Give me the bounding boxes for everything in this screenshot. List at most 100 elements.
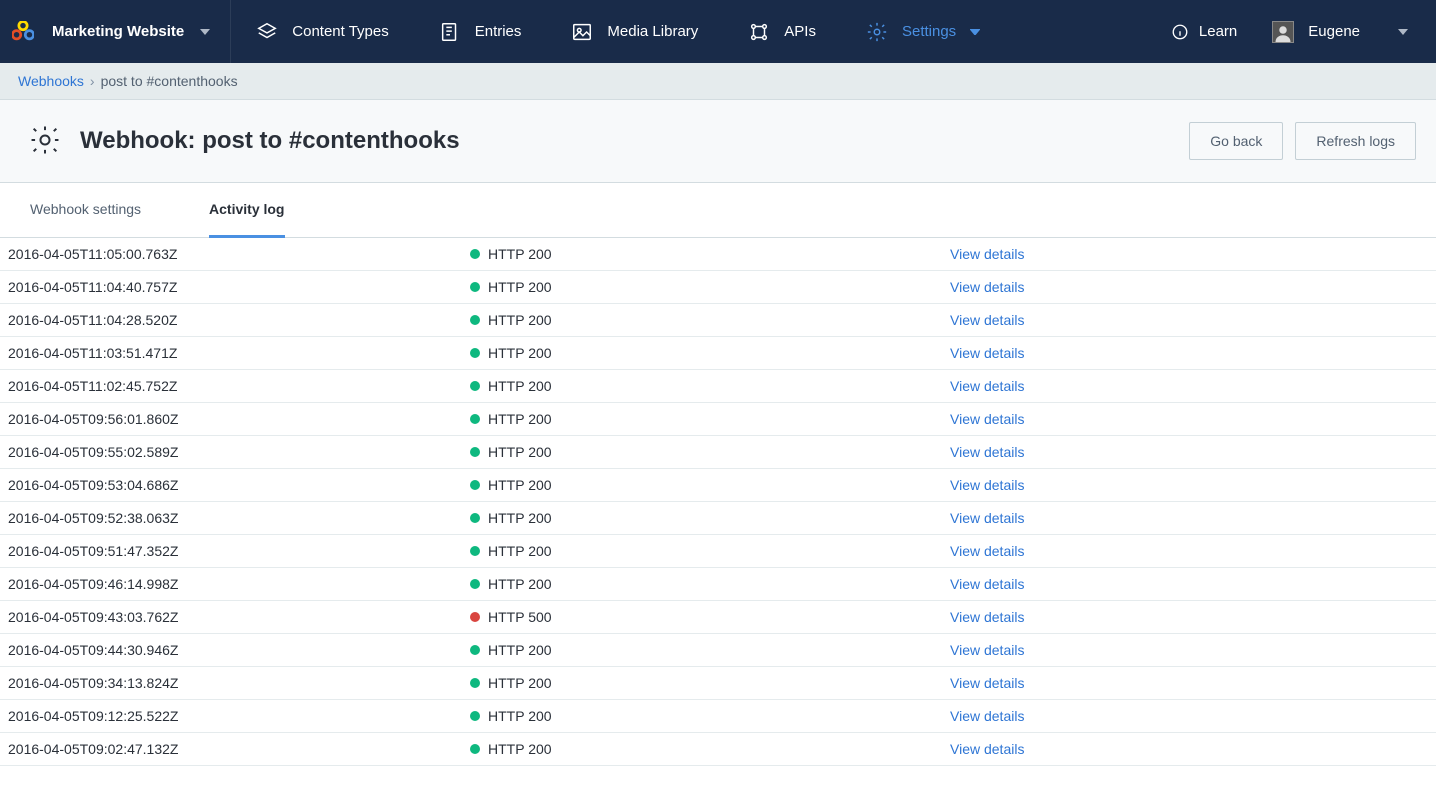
nav-media-library[interactable]: Media Library bbox=[546, 0, 723, 63]
view-details-link[interactable]: View details bbox=[950, 312, 1024, 328]
breadcrumb-separator: › bbox=[90, 73, 95, 89]
log-status-text: HTTP 200 bbox=[488, 246, 552, 262]
nav-content-types[interactable]: Content Types bbox=[231, 0, 413, 63]
log-row: 2016-04-05T09:46:14.998Z HTTP 200 View det… bbox=[0, 568, 1436, 601]
log-timestamp: 2016-04-05T09:52:38.063Z bbox=[0, 510, 470, 526]
log-status: HTTP 200 bbox=[470, 378, 950, 394]
image-icon bbox=[571, 21, 593, 43]
log-status: HTTP 200 bbox=[470, 708, 950, 724]
nav-entries[interactable]: Entries bbox=[414, 0, 547, 63]
status-dot-success bbox=[470, 744, 480, 754]
gear-icon bbox=[866, 21, 888, 43]
log-row: 2016-04-05T11:03:51.471ZHTTP 200View det… bbox=[0, 337, 1436, 370]
view-details-link[interactable]: View details bbox=[950, 708, 1024, 724]
log-row: 2016-04-05T09:51:47.352Z HTTP 200 View det… bbox=[0, 535, 1436, 568]
log-timestamp: 2016-04-05T11:04:28.520Z bbox=[0, 312, 470, 328]
view-details-link[interactable]: View details bbox=[950, 642, 1024, 658]
app-logo bbox=[12, 21, 34, 43]
view-details-link[interactable]: View details bbox=[950, 609, 1024, 625]
breadcrumb-root[interactable]: Webhooks bbox=[18, 73, 84, 89]
refresh-logs-button[interactable]: Refresh logs bbox=[1295, 122, 1416, 160]
log-status-text: HTTP 200 bbox=[488, 510, 552, 526]
view-details-link[interactable]: View details bbox=[950, 510, 1024, 526]
log-timestamp: 2016-04-05T09:46:14.998Z bbox=[0, 576, 470, 592]
view-details-link[interactable]: View details bbox=[950, 741, 1024, 757]
page-header: Webhook: post to #contenthooks Go back R… bbox=[0, 99, 1436, 183]
view-details-link[interactable]: View details bbox=[950, 576, 1024, 592]
nav-apis[interactable]: APIs bbox=[723, 0, 841, 63]
log-row: 2016-04-05T09:02:47.132ZHTTP 200View det… bbox=[0, 733, 1436, 766]
log-action: View details bbox=[950, 312, 1024, 328]
view-details-link[interactable]: View details bbox=[950, 543, 1024, 559]
log-timestamp: 2016-04-05T11:02:45.752Z bbox=[0, 378, 470, 394]
log-row: 2016-04-05T09:44:30.946ZHTTP 200View det… bbox=[0, 634, 1436, 667]
log-status: HTTP 200 bbox=[470, 444, 950, 460]
status-dot-success bbox=[470, 447, 480, 457]
view-details-link[interactable]: View details bbox=[950, 345, 1024, 361]
log-status: HTTP 200 bbox=[470, 477, 950, 493]
log-timestamp: 2016-04-05T09:55:02.589Z bbox=[0, 444, 470, 460]
log-action: View details bbox=[950, 279, 1024, 295]
log-timestamp: 2016-04-05T11:04:40.757Z bbox=[0, 279, 470, 295]
tab-webhook-settings[interactable]: Webhook settings bbox=[30, 183, 141, 237]
nav-settings[interactable]: Settings bbox=[841, 0, 1019, 63]
log-status-text: HTTP 200 bbox=[488, 708, 552, 724]
log-status: HTTP 200 bbox=[470, 642, 950, 658]
log-timestamp: 2016-04-05T09:53:04.686Z bbox=[0, 477, 470, 493]
layers-icon bbox=[256, 21, 278, 43]
entries-icon bbox=[439, 21, 461, 43]
log-row: 2016-04-05T09:56:01.860ZHTTP 200View det… bbox=[0, 403, 1436, 436]
log-status-text: HTTP 200 bbox=[488, 675, 552, 691]
tabs: Webhook settings Activity log bbox=[0, 183, 1436, 238]
log-status: HTTP 500 bbox=[470, 609, 950, 625]
log-action: View details bbox=[950, 708, 1024, 724]
status-dot-success bbox=[470, 546, 480, 556]
log-status-text: HTTP 500 bbox=[488, 609, 552, 625]
log-row: 2016-04-05T09:55:02.589Z HTTP 200 View det… bbox=[0, 436, 1436, 469]
log-status-text: HTTP 200 bbox=[488, 543, 552, 559]
view-details-link[interactable]: View details bbox=[950, 279, 1024, 295]
topbar-right: Learn Eugene bbox=[1146, 0, 1426, 63]
log-status: HTTP 200 bbox=[470, 741, 950, 757]
nav-label: Settings bbox=[902, 23, 956, 40]
info-icon bbox=[1171, 23, 1189, 41]
log-row: 2016-04-05T11:04:28.520ZHTTP 200View det… bbox=[0, 304, 1436, 337]
log-status-text: HTTP 200 bbox=[488, 411, 552, 427]
log-status-text: HTTP 200 bbox=[488, 477, 552, 493]
view-details-link[interactable]: View details bbox=[950, 444, 1024, 460]
learn-link[interactable]: Learn bbox=[1146, 23, 1262, 41]
view-details-link[interactable]: View details bbox=[950, 378, 1024, 394]
status-dot-success bbox=[470, 381, 480, 391]
log-action: View details bbox=[950, 477, 1024, 493]
log-action: View details bbox=[950, 345, 1024, 361]
nav-label: Content Types bbox=[292, 23, 388, 40]
space-switcher[interactable]: Marketing Website bbox=[52, 0, 231, 63]
log-row: 2016-04-05T09:53:04.686Z HTTP 200 View det… bbox=[0, 469, 1436, 502]
log-status-text: HTTP 200 bbox=[488, 444, 552, 460]
api-icon bbox=[748, 21, 770, 43]
log-timestamp: 2016-04-05T09:44:30.946Z bbox=[0, 642, 470, 658]
view-details-link[interactable]: View details bbox=[950, 246, 1024, 262]
log-status: HTTP 200 bbox=[470, 675, 950, 691]
go-back-button[interactable]: Go back bbox=[1189, 122, 1283, 160]
log-timestamp: 2016-04-05T11:05:00.763Z bbox=[0, 246, 470, 262]
log-timestamp: 2016-04-05T09:51:47.352Z bbox=[0, 543, 470, 559]
log-action: View details bbox=[950, 741, 1024, 757]
log-timestamp: 2016-04-05T09:12:25.522Z bbox=[0, 708, 470, 724]
log-timestamp: 2016-04-05T09:02:47.132Z bbox=[0, 741, 470, 757]
view-details-link[interactable]: View details bbox=[950, 411, 1024, 427]
log-action: View details bbox=[950, 378, 1024, 394]
learn-label: Learn bbox=[1199, 23, 1237, 40]
view-details-link[interactable]: View details bbox=[950, 477, 1024, 493]
topbar: Marketing Website Content Types Entries … bbox=[0, 0, 1436, 63]
status-dot-success bbox=[470, 645, 480, 655]
user-menu[interactable]: Eugene bbox=[1262, 21, 1426, 43]
log-status-text: HTTP 200 bbox=[488, 576, 552, 592]
view-details-link[interactable]: View details bbox=[950, 675, 1024, 691]
status-dot-success bbox=[470, 711, 480, 721]
nav-label: Media Library bbox=[607, 23, 698, 40]
status-dot-success bbox=[470, 249, 480, 259]
tab-activity-log[interactable]: Activity log bbox=[209, 183, 284, 238]
nav-label: APIs bbox=[784, 23, 816, 40]
log-status: HTTP 200 bbox=[470, 543, 950, 559]
